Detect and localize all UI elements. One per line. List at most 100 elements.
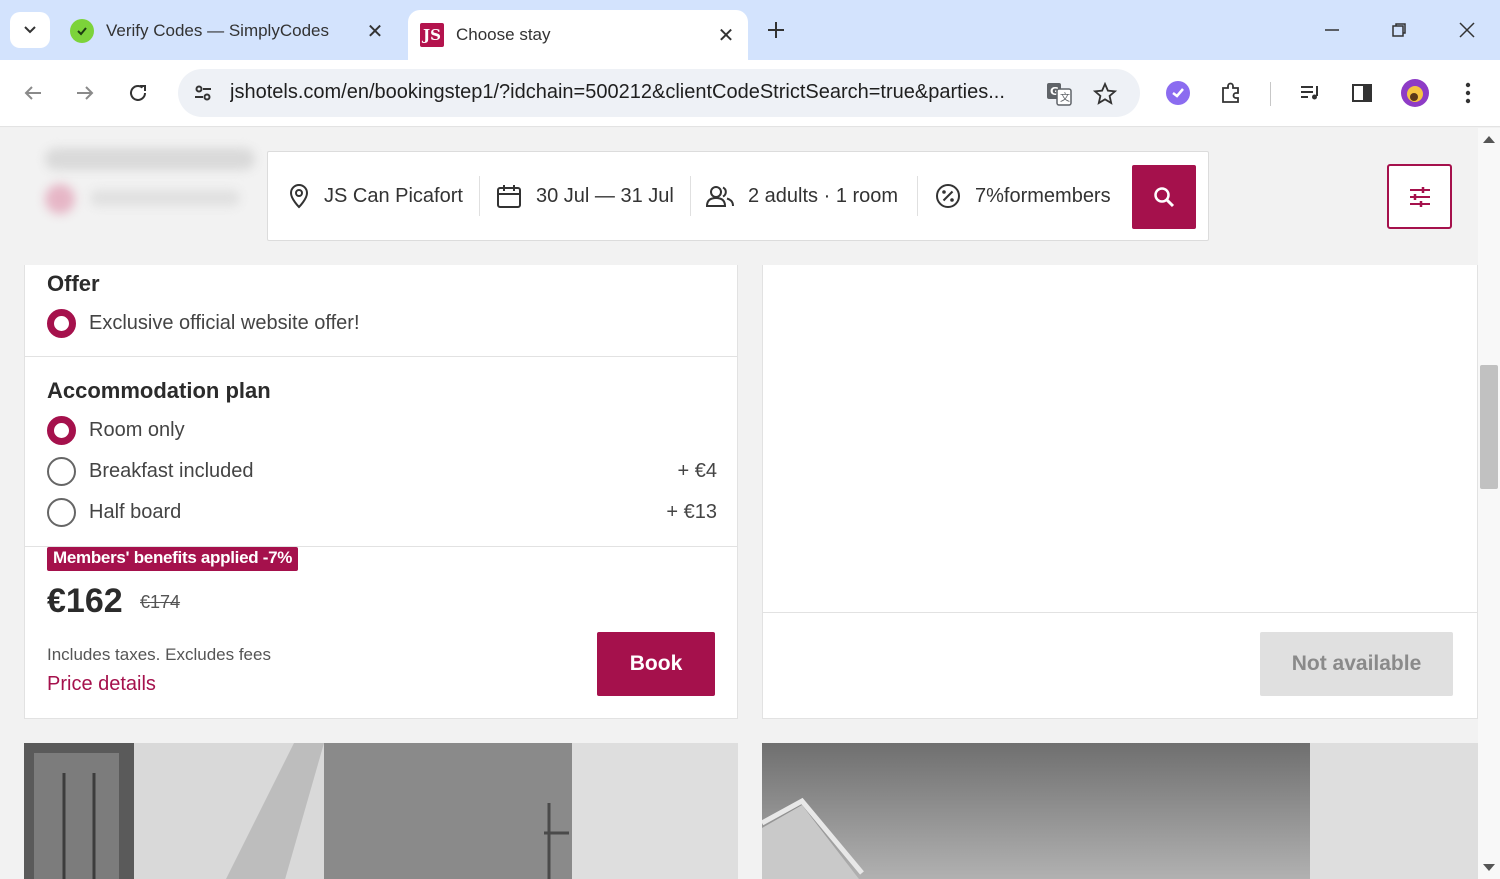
room-photo-card[interactable] xyxy=(24,743,738,879)
plan-option-room-only[interactable]: Room only xyxy=(47,413,717,447)
minimize-button[interactable] xyxy=(1315,14,1349,46)
room-rate-card: Offer Exclusive official website offer! … xyxy=(24,265,738,719)
translate-icon: G文 xyxy=(1047,83,1072,106)
not-available-button: Not available xyxy=(1260,632,1453,696)
plan-option-surcharge: + €13 xyxy=(666,500,717,523)
back-button[interactable] xyxy=(14,74,52,112)
location-field[interactable]: JS Can Picafort xyxy=(288,174,463,218)
close-icon[interactable]: ✕ xyxy=(361,17,389,45)
profile-avatar-button[interactable] xyxy=(1396,74,1434,112)
radio-button[interactable] xyxy=(47,456,76,486)
dates-field[interactable]: 30 Jul — 31 Jul xyxy=(496,174,674,218)
plan-option-half-board[interactable]: Half board + €13 xyxy=(47,495,717,529)
accommodation-plan-title: Accommodation plan xyxy=(47,378,271,403)
puzzle-icon xyxy=(1222,82,1239,103)
browser-menu-button[interactable] xyxy=(1449,74,1487,112)
simplycodes-extension-icon xyxy=(1166,81,1190,105)
url-text[interactable]: jshotels.com/en/bookingstep1/?idchain=50… xyxy=(230,81,1035,104)
promo-value: 7%formembers xyxy=(975,184,1111,207)
plan-option-label: Breakfast included xyxy=(89,459,254,482)
scroll-down-arrow-icon[interactable] xyxy=(1483,864,1495,871)
offer-option-label: Exclusive official website offer! xyxy=(89,311,360,334)
translate-button[interactable]: G文 xyxy=(1042,77,1076,111)
page-viewport: JS Can Picafort 30 Jul — 31 Jul 2 adults… xyxy=(0,128,1478,879)
site-logo-blurred xyxy=(45,148,255,170)
site-header: JS Can Picafort 30 Jul — 31 Jul 2 adults… xyxy=(0,128,1478,265)
offer-section: Offer Exclusive official website offer! xyxy=(25,265,737,357)
more-vertical-icon xyxy=(1465,82,1471,104)
location-pin-icon xyxy=(288,183,310,209)
radio-button-checked[interactable] xyxy=(47,415,76,445)
reload-icon xyxy=(130,84,146,101)
close-icon[interactable]: ✕ xyxy=(712,21,740,49)
radio-button-checked[interactable] xyxy=(47,308,76,338)
tab-title: Verify Codes — SimplyCodes xyxy=(106,21,329,40)
room-rate-card-unavailable: Not available xyxy=(762,265,1478,719)
price-details-link[interactable]: Price details xyxy=(47,673,156,696)
offer-title: Offer xyxy=(47,271,100,296)
search-divider xyxy=(479,176,480,216)
plus-icon xyxy=(768,22,784,38)
calendar-icon xyxy=(496,183,522,209)
simplycodes-favicon-icon xyxy=(70,19,94,43)
site-info-button[interactable] xyxy=(186,76,220,110)
tab-choose-stay[interactable]: JS Choose stay ✕ xyxy=(408,10,748,60)
search-divider xyxy=(690,176,691,216)
book-button[interactable]: Book xyxy=(597,632,715,696)
address-bar[interactable]: jshotels.com/en/bookingstep1/?idchain=50… xyxy=(178,69,1140,117)
site-logo-blurred xyxy=(45,184,75,214)
room-photo xyxy=(24,743,572,879)
plan-option-breakfast[interactable]: Breakfast included + €4 xyxy=(47,454,717,488)
side-panel-button[interactable] xyxy=(1343,74,1381,112)
jshotels-favicon-icon: JS xyxy=(420,23,444,47)
room-photo xyxy=(762,743,1310,879)
page-scrollbar[interactable] xyxy=(1478,128,1500,879)
current-price: €162 xyxy=(47,582,123,620)
radio-button[interactable] xyxy=(47,497,76,527)
restore-icon xyxy=(1392,23,1406,37)
arrow-left-icon xyxy=(24,86,41,100)
members-benefits-badge: Members' benefits applied -7% xyxy=(47,547,299,571)
plan-option-label: Half board xyxy=(89,500,182,523)
close-icon xyxy=(1459,22,1475,38)
media-control-button[interactable] xyxy=(1291,74,1329,112)
close-window-button[interactable] xyxy=(1450,14,1484,46)
site-logo-blurred xyxy=(90,190,240,206)
extension-button[interactable] xyxy=(1159,74,1197,112)
promo-code-field[interactable]: 7%formembers xyxy=(935,174,1111,218)
search-button[interactable] xyxy=(1132,165,1196,229)
accommodation-plan-section: Accommodation plan Room only Breakfast i… xyxy=(25,357,737,547)
avatar-icon xyxy=(1401,79,1429,107)
offer-option[interactable]: Exclusive official website offer! xyxy=(47,306,717,340)
original-price: €174 xyxy=(140,592,181,612)
minimize-icon xyxy=(1325,29,1339,31)
room-photo-card[interactable] xyxy=(762,743,1478,879)
discount-icon xyxy=(935,183,961,209)
scrollbar-thumb[interactable] xyxy=(1480,365,1498,489)
tab-simplycodes[interactable]: Verify Codes — SimplyCodes ✕ xyxy=(62,10,397,52)
browser-toolbar: jshotels.com/en/bookingstep1/?idchain=50… xyxy=(0,60,1500,127)
search-icon xyxy=(1154,187,1175,208)
scroll-up-arrow-icon[interactable] xyxy=(1483,136,1495,143)
star-icon xyxy=(1093,82,1117,105)
extensions-button[interactable] xyxy=(1212,74,1250,112)
restore-button[interactable] xyxy=(1382,14,1416,46)
plan-option-label: Room only xyxy=(89,418,185,441)
forward-button[interactable] xyxy=(66,74,104,112)
chevron-down-icon xyxy=(24,26,36,34)
reload-button[interactable] xyxy=(119,74,157,112)
location-value: JS Can Picafort xyxy=(324,184,463,207)
tune-icon xyxy=(195,85,211,101)
plan-option-surcharge: + €4 xyxy=(677,459,717,482)
tab-title: Choose stay xyxy=(456,25,551,44)
tab-search-button[interactable] xyxy=(10,12,50,48)
bookmark-button[interactable] xyxy=(1088,77,1122,111)
guests-value: 2 adults · 1 room xyxy=(748,184,899,207)
card-divider xyxy=(763,612,1477,613)
filters-button[interactable] xyxy=(1387,164,1452,229)
new-tab-button[interactable] xyxy=(762,16,790,44)
dates-value: 30 Jul — 31 Jul xyxy=(536,184,674,207)
booking-search-bar: JS Can Picafort 30 Jul — 31 Jul 2 adults… xyxy=(267,151,1209,241)
guests-field[interactable]: 2 adults · 1 room xyxy=(706,174,898,218)
sliders-icon xyxy=(1409,186,1430,207)
